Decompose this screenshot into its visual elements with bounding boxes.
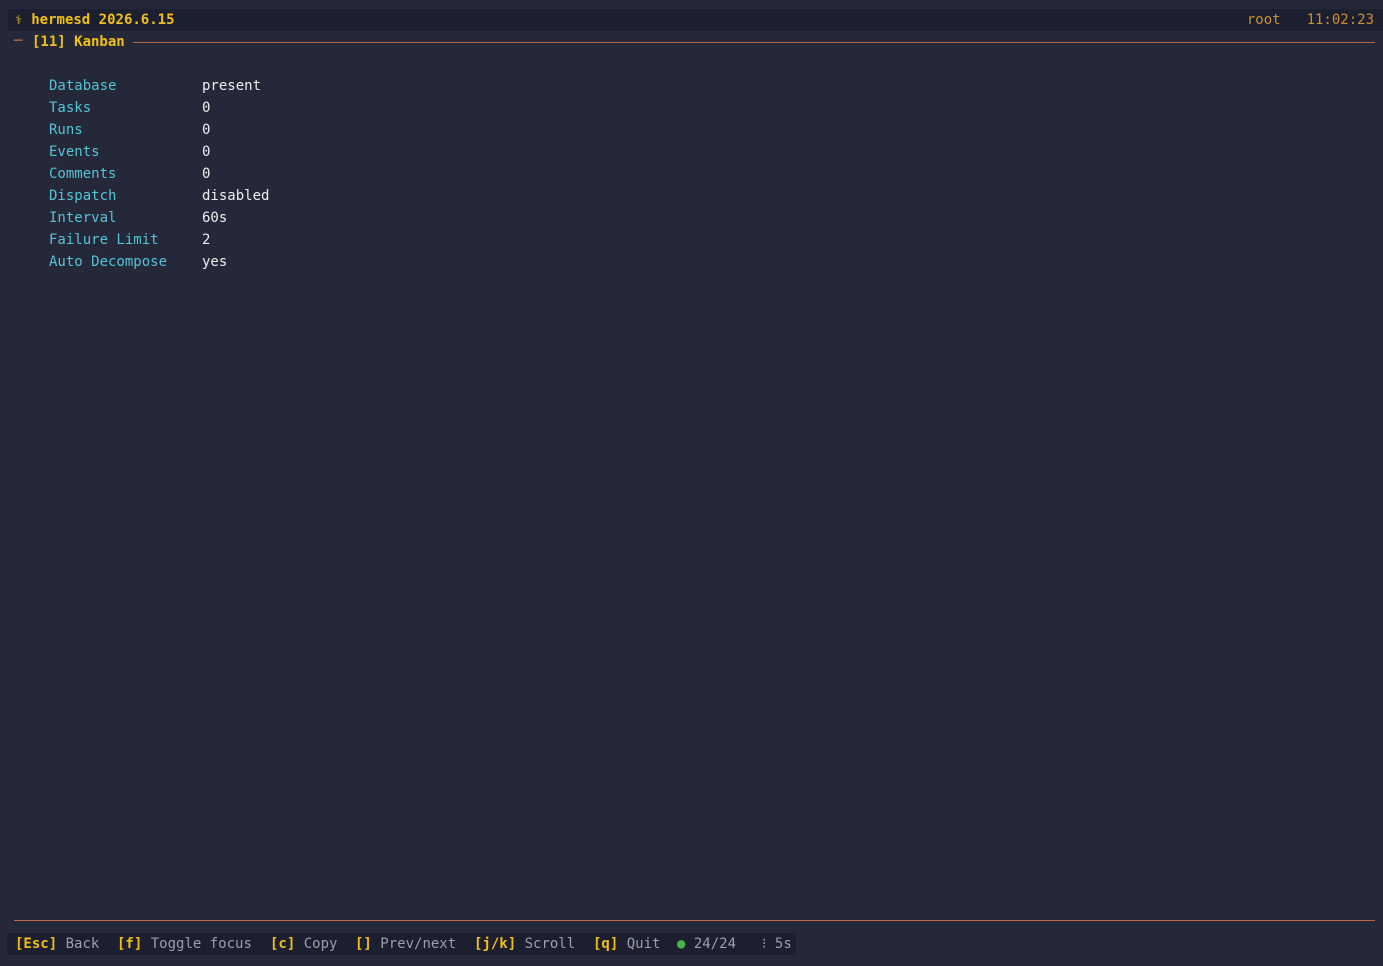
field-value: 0 — [202, 122, 211, 138]
shortcut-key: [Esc] — [15, 936, 58, 952]
refresh-interval: 5s — [774, 936, 792, 952]
shortcut-label: Copy — [303, 936, 338, 952]
field-label: Runs — [49, 122, 83, 138]
refresh-indicator: ⁝ 5s — [762, 933, 792, 955]
field-label: Events — [49, 144, 100, 160]
shortcut-key: [c] — [270, 936, 296, 952]
field-label: Tasks — [49, 100, 92, 116]
field-value: 2 — [202, 232, 211, 248]
staff-icon: ⚕ — [15, 13, 23, 27]
field-label: Dispatch — [49, 188, 117, 204]
shortcut-label: Back — [65, 936, 100, 952]
panel-divider — [133, 42, 1375, 43]
top-bar: ⚕ hermesd 2026.6.15 root 11:02:23 — [8, 9, 1383, 31]
user-label: root — [1246, 12, 1281, 28]
shortcut-copy[interactable]: [c] Copy — [270, 933, 337, 955]
shortcut-label: Scroll — [524, 936, 576, 952]
field-value: 60s — [202, 210, 228, 226]
shortcut-toggle-focus[interactable]: [f] Toggle focus — [117, 933, 252, 955]
shortcut-quit[interactable]: [q] Quit — [593, 933, 660, 955]
field-value: 0 — [202, 144, 211, 160]
app-header: ⚕ hermesd 2026.6.15 — [15, 12, 175, 28]
field-value: 0 — [202, 100, 211, 116]
refresh-icon: ⁝ — [762, 936, 767, 952]
footer-divider — [14, 920, 1375, 921]
field-label: Failure Limit — [49, 232, 159, 248]
shortcut-key: [q] — [593, 936, 619, 952]
shortcut-key: [j/k] — [474, 936, 517, 952]
clock: 11:02:23 — [1306, 12, 1374, 28]
field-label: Interval — [49, 210, 117, 226]
field-label: Auto Decompose — [49, 254, 168, 270]
field-value: yes — [202, 254, 228, 270]
shortcut-key: [] — [355, 936, 372, 952]
field-label: Database — [49, 78, 117, 94]
status-dot-icon: ● — [677, 936, 686, 952]
status-indicator: ● 24/24 — [677, 933, 736, 955]
shortcut-label: Prev/next — [380, 936, 457, 952]
status-count: 24/24 — [693, 936, 737, 952]
shortcut-key: [f] — [117, 936, 143, 952]
shortcut-back[interactable]: [Esc] Back — [15, 933, 99, 955]
field-label: Comments — [49, 166, 117, 182]
shortcut-scroll[interactable]: [j/k] Scroll — [474, 933, 575, 955]
shortcut-label: Quit — [626, 936, 661, 952]
app-title: hermesd 2026.6.15 — [31, 12, 175, 28]
header-status: root 11:02:23 — [1247, 12, 1374, 28]
panel-header: ─ [11] Kanban — [14, 33, 1375, 51]
shortcut-label: Toggle focus — [150, 936, 252, 952]
footer-bar: [Esc] Back [f] Toggle focus [c] Copy [] … — [7, 933, 796, 955]
panel-dash: ─ — [14, 33, 23, 49]
field-value: disabled — [202, 188, 270, 204]
shortcut-prev-next[interactable]: [] Prev/next — [355, 933, 456, 955]
field-value: present — [202, 78, 262, 94]
panel-title: [11] Kanban — [32, 34, 125, 50]
field-value: 0 — [202, 166, 211, 182]
